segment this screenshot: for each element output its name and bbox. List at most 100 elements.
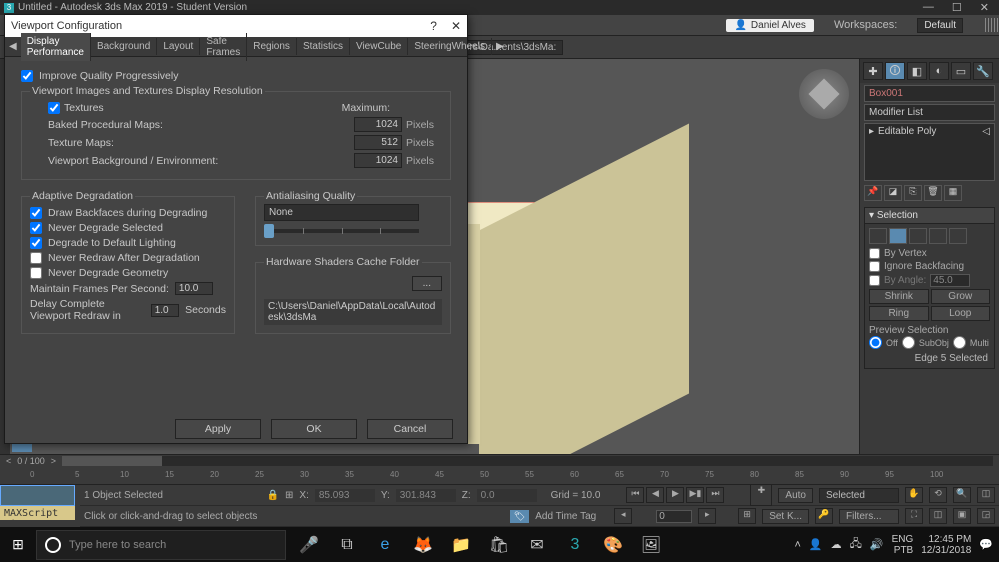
cache-browse-button[interactable]: ...: [412, 276, 442, 291]
cmd-modify-icon[interactable]: 🛈: [885, 62, 905, 80]
next-frame-icon[interactable]: ▶▮: [686, 487, 704, 503]
modifier-list-dropdown[interactable]: Modifier List: [864, 104, 995, 121]
coord-y[interactable]: 301.843: [396, 489, 456, 502]
time-prev-icon[interactable]: <: [6, 456, 11, 466]
aa-slider[interactable]: [264, 229, 419, 233]
draw-backfaces-checkbox[interactable]: [30, 207, 42, 219]
dialog-help-icon[interactable]: ?: [430, 19, 437, 33]
selection-rollout-header[interactable]: ▾ Selection: [864, 207, 995, 224]
workspace-dropdown[interactable]: Default: [917, 18, 963, 33]
auto-key-button[interactable]: Auto: [778, 488, 813, 503]
task-cortana-mic-icon[interactable]: 🎤: [292, 529, 326, 561]
key-filters-icon[interactable]: 🔑: [815, 508, 833, 524]
ring-button[interactable]: Ring: [869, 306, 929, 321]
tray-notifications-icon[interactable]: 💬: [979, 538, 993, 551]
maxscript-listener[interactable]: MAXScript Mi:: [0, 506, 75, 520]
nav-3d-icon[interactable]: ◲: [977, 508, 995, 524]
filters-button[interactable]: Filters...: [839, 509, 899, 524]
sel-border-icon[interactable]: [909, 228, 927, 244]
ignore-backfacing-checkbox[interactable]: [869, 261, 880, 272]
configure-sets-icon[interactable]: ▦: [944, 185, 962, 201]
make-unique-icon[interactable]: ⎘: [904, 185, 922, 201]
aa-dropdown[interactable]: None: [264, 204, 419, 221]
task-paint-icon[interactable]: 🎨: [596, 529, 630, 561]
key-filter-dropdown[interactable]: Selected: [819, 488, 899, 503]
goto-start-icon[interactable]: ⏮: [626, 487, 644, 503]
task-mail-icon[interactable]: ✉: [520, 529, 554, 561]
task-firefox-icon[interactable]: 🦊: [406, 529, 440, 561]
key-mode-icon[interactable]: ✚: [750, 484, 772, 506]
nav-zoom-region-icon[interactable]: ◫: [929, 508, 947, 524]
goto-end-icon[interactable]: ⏭: [706, 487, 724, 503]
delay-redraw-spinner[interactable]: 1.0: [151, 304, 179, 317]
task-edge-icon[interactable]: e: [368, 529, 402, 561]
tab-background[interactable]: Background: [91, 38, 157, 55]
view-cube[interactable]: [799, 69, 849, 119]
nav-zoom-ext-icon[interactable]: ⛶: [905, 508, 923, 524]
cmd-display-icon[interactable]: ▭: [951, 62, 971, 80]
remove-mod-icon[interactable]: 🗑: [924, 185, 942, 201]
textures-checkbox[interactable]: [48, 102, 60, 114]
nav-fov-icon[interactable]: ◫: [977, 487, 995, 503]
sel-edge-icon[interactable]: [889, 228, 907, 244]
toolbar-grip[interactable]: [985, 18, 999, 32]
stack-expand-icon[interactable]: ▸: [869, 126, 874, 137]
cortana-icon[interactable]: [45, 537, 61, 553]
tab-statistics[interactable]: Statistics: [297, 38, 350, 55]
taskbar-search[interactable]: Type here to search: [36, 530, 286, 560]
task-taskview-icon[interactable]: ⧉: [330, 529, 364, 561]
dialog-close-icon[interactable]: ✕: [451, 19, 461, 33]
apply-button[interactable]: Apply: [175, 419, 261, 439]
nav-max-toggle-icon[interactable]: ▣: [953, 508, 971, 524]
never-redraw-checkbox[interactable]: [30, 252, 42, 264]
time-slider-box[interactable]: [0, 485, 75, 506]
ok-button[interactable]: OK: [271, 419, 357, 439]
time-scroll[interactable]: [62, 456, 993, 466]
tray-overflow-icon[interactable]: ˄: [794, 539, 800, 551]
add-time-tag[interactable]: Add Time Tag: [535, 511, 596, 522]
never-degrade-geom-checkbox[interactable]: [30, 267, 42, 279]
tab-layout[interactable]: Layout: [157, 38, 200, 55]
baked-maps-dropdown[interactable]: 1024: [354, 117, 402, 132]
tray-onedrive-icon[interactable]: ☁: [831, 538, 842, 551]
cmd-create-icon[interactable]: ✚: [863, 62, 883, 80]
tab-steeringwheels[interactable]: SteeringWheels: [408, 38, 492, 55]
loop-button[interactable]: Loop: [931, 306, 991, 321]
modifier-item[interactable]: Editable Poly: [878, 126, 936, 137]
tray-people-icon[interactable]: 👤: [809, 538, 823, 551]
cmd-utilities-icon[interactable]: 🔧: [973, 62, 993, 80]
cmd-hierarchy-icon[interactable]: ◧: [907, 62, 927, 80]
tabs-scroll-right-icon[interactable]: ▶: [492, 41, 508, 52]
close-button[interactable]: ✕: [980, 1, 989, 14]
preview-off-radio[interactable]: [869, 336, 882, 349]
by-angle-checkbox[interactable]: [869, 275, 880, 286]
task-explorer-icon[interactable]: 📁: [444, 529, 478, 561]
key-next-icon[interactable]: ▸: [698, 508, 716, 524]
start-button[interactable]: ⊞: [0, 527, 36, 562]
degrade-lighting-checkbox[interactable]: [30, 237, 42, 249]
vp-bg-dropdown[interactable]: 1024: [354, 153, 402, 168]
nav-orbit-icon[interactable]: ⟲: [929, 487, 947, 503]
coord-z[interactable]: 0.0: [477, 489, 537, 502]
tray-network-icon[interactable]: 🖧: [850, 535, 862, 554]
sel-element-icon[interactable]: [949, 228, 967, 244]
coord-x[interactable]: 85.093: [315, 489, 375, 502]
cmd-motion-icon[interactable]: ◐: [929, 62, 949, 80]
tray-clock[interactable]: 12:45 PM 12/31/2018: [921, 534, 971, 556]
object-name-field[interactable]: Box001: [864, 85, 995, 102]
preview-multi-radio[interactable]: [953, 336, 966, 349]
task-photos-icon[interactable]: 🖼: [634, 529, 668, 561]
cancel-button[interactable]: Cancel: [367, 419, 453, 439]
minimize-button[interactable]: —: [923, 1, 934, 14]
user-account-pill[interactable]: 👤Daniel Alves: [726, 19, 813, 32]
pin-stack-icon[interactable]: 📌: [864, 185, 882, 201]
time-config-icon[interactable]: ⊞: [738, 508, 756, 524]
task-3dsmax-icon[interactable]: 3: [558, 529, 592, 561]
never-degrade-sel-checkbox[interactable]: [30, 222, 42, 234]
tag-icon[interactable]: 🏷: [510, 510, 529, 523]
improve-quality-checkbox[interactable]: [21, 70, 33, 82]
prev-frame-icon[interactable]: ◀: [646, 487, 664, 503]
tray-language[interactable]: ENG PTB: [892, 534, 914, 556]
vertex-lit-icon[interactable]: ◁: [982, 126, 990, 137]
by-angle-spinner[interactable]: 45.0: [930, 274, 970, 287]
